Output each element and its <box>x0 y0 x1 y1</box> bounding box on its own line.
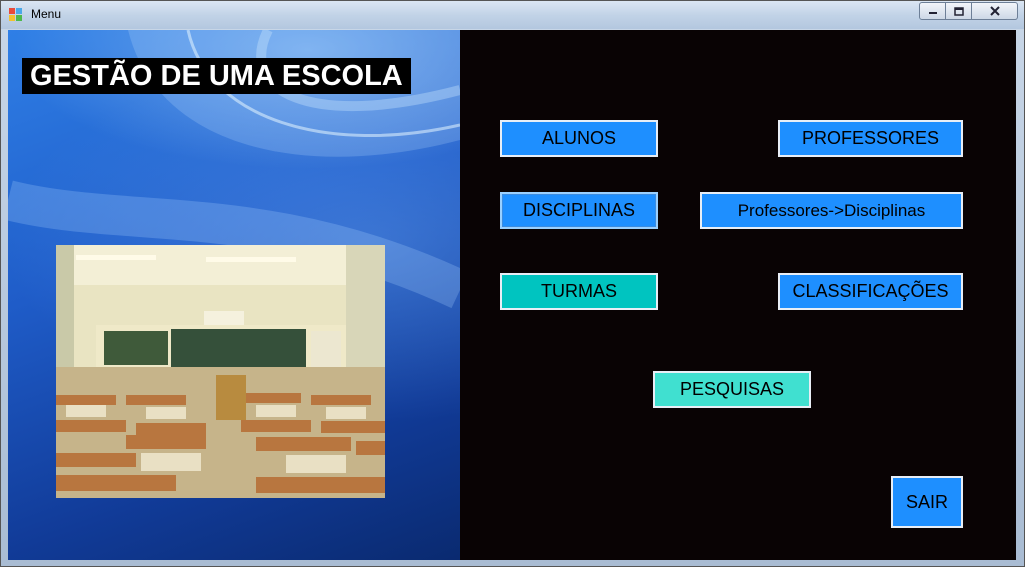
classificacoes-button[interactable]: CLASSIFICAÇÕES <box>778 273 963 310</box>
pesquisas-button[interactable]: PESQUISAS <box>653 371 811 408</box>
professores-disciplinas-button[interactable]: Professores->Disciplinas <box>700 192 963 229</box>
minimize-button[interactable] <box>919 2 946 20</box>
close-icon <box>989 6 1000 16</box>
sair-button[interactable]: SAIR <box>891 476 963 528</box>
professores-button[interactable]: PROFESSORES <box>778 120 963 157</box>
app-window: Menu GESTÃO DE UMA ESCOLA ALUNOS PROFESS… <box>0 0 1025 567</box>
alunos-button[interactable]: ALUNOS <box>500 120 658 157</box>
maximize-icon <box>953 6 964 16</box>
windows-form-icon <box>9 8 22 21</box>
disciplinas-button[interactable]: DISCIPLINAS <box>500 192 658 229</box>
page-title: GESTÃO DE UMA ESCOLA <box>22 58 411 94</box>
window-title: Menu <box>31 7 62 21</box>
maximize-button[interactable] <box>946 2 972 20</box>
form-client-area: GESTÃO DE UMA ESCOLA ALUNOS PROFESSORES … <box>8 30 1016 560</box>
classroom-photo <box>56 245 385 498</box>
turmas-button[interactable]: TURMAS <box>500 273 658 310</box>
title-bar[interactable]: Menu <box>1 1 1024 29</box>
minimize-icon <box>928 12 937 14</box>
background-image-panel: GESTÃO DE UMA ESCOLA <box>8 30 460 560</box>
close-button[interactable] <box>972 2 1018 20</box>
